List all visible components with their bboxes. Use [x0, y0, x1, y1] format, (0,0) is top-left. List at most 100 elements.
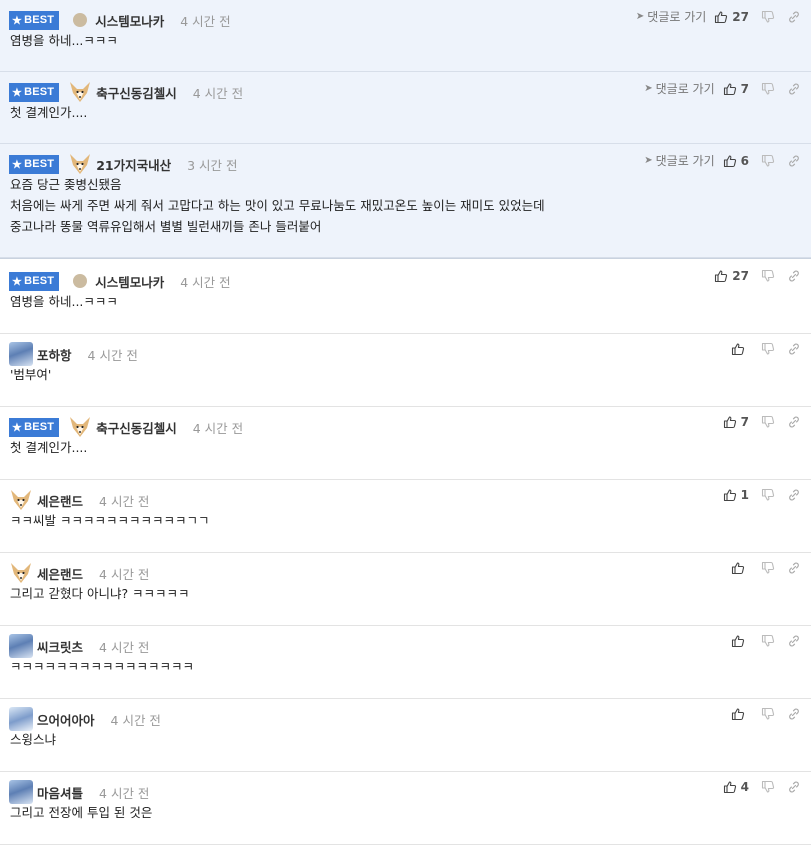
- comment-line: 처음에는 싸게 주면 싸게 줘서 고맙다고 하는 맛이 있고 무료나눔도 재밌고…: [10, 198, 545, 213]
- timestamp: 4 시간 전: [99, 639, 150, 655]
- avatar: [9, 561, 33, 585]
- thumbs-up-icon: [731, 562, 745, 575]
- like-button[interactable]: 27: [714, 10, 749, 24]
- star-icon: ★: [12, 275, 23, 288]
- nickname[interactable]: 세은랜드: [37, 564, 83, 583]
- avatar: [9, 707, 33, 731]
- best-comment: ★ BEST 축구신동김첼시 4 시간 전첫 결계인가.... ➤ 댓글로 가기 7: [0, 72, 811, 144]
- like-button[interactable]: [731, 342, 749, 356]
- avatar: [68, 80, 92, 104]
- comment-text: '범부여': [10, 364, 51, 385]
- nickname[interactable]: 축구신동김첼시: [96, 83, 177, 102]
- best-badge: ★ BEST: [9, 271, 60, 291]
- goto-comment-link[interactable]: ➤ 댓글로 가기: [644, 152, 714, 169]
- goto-comment-link[interactable]: ➤ 댓글로 가기: [636, 8, 706, 25]
- comment-actions: [731, 342, 801, 356]
- comment-actions: 1: [723, 488, 801, 502]
- thumbs-down-icon[interactable]: [761, 561, 775, 575]
- author-row: ★ BEST 시스템모나카 4 시간 전: [9, 8, 231, 32]
- nickname[interactable]: 시스템모나카: [95, 11, 164, 30]
- like-count: 7: [740, 415, 749, 429]
- comment-line: 첫 결계인가....: [10, 440, 88, 455]
- link-icon[interactable]: [787, 342, 801, 356]
- author-row: ★ BEST 21가지국내산 3 시간 전: [9, 152, 238, 176]
- like-button[interactable]: [731, 634, 749, 648]
- link-icon[interactable]: [787, 154, 801, 168]
- best-badge: ★ BEST: [9, 154, 60, 174]
- author-row: 씨크릿츠 4 시간 전: [9, 634, 149, 658]
- thumbs-up-icon: [731, 635, 745, 648]
- comment-actions: ➤ 댓글로 가기 7: [644, 80, 801, 97]
- list-comment: 마음셔틀 4 시간 전 그리고 전장에 투입 된 것은 4: [0, 772, 811, 845]
- link-icon[interactable]: [787, 707, 801, 721]
- author-row: 으어어아아 4 시간 전: [9, 707, 161, 731]
- comment-actions: [731, 561, 801, 575]
- comment-actions: ➤ 댓글로 가기 6: [644, 152, 801, 169]
- comment-actions: 4: [723, 780, 801, 794]
- nickname[interactable]: 시스템모나카: [95, 272, 164, 291]
- link-icon[interactable]: [787, 415, 801, 429]
- timestamp: 4 시간 전: [180, 13, 231, 29]
- comment-actions: 27: [714, 269, 801, 283]
- star-icon: ★: [12, 421, 23, 434]
- author-row: 세은랜드 4 시간 전: [9, 561, 149, 585]
- like-count: 1: [740, 488, 749, 502]
- author-row: 세은랜드 4 시간 전: [9, 488, 149, 512]
- link-icon[interactable]: [787, 488, 801, 502]
- goto-label: 댓글로 가기: [655, 82, 715, 96]
- comment-line: ㅋㅋㅋㅋㅋㅋㅋㅋㅋㅋㅋㅋㅋㅋㅋㅋ: [10, 659, 195, 674]
- link-icon[interactable]: [787, 780, 801, 794]
- nickname[interactable]: 씨크릿츠: [37, 637, 83, 656]
- thumbs-up-icon: [715, 270, 728, 283]
- link-icon[interactable]: [787, 561, 801, 575]
- like-button[interactable]: 4: [723, 780, 749, 794]
- avatar-dot: [73, 274, 88, 288]
- link-icon[interactable]: [787, 269, 801, 283]
- avatar: [9, 342, 33, 366]
- like-button[interactable]: [731, 561, 749, 575]
- like-count: 4: [740, 780, 749, 794]
- avatar: [9, 780, 33, 804]
- goto-comment-link[interactable]: ➤ 댓글로 가기: [644, 80, 714, 97]
- thumbs-down-icon[interactable]: [761, 10, 775, 24]
- nickname[interactable]: 축구신동김첼시: [96, 418, 177, 437]
- thumbs-down-icon[interactable]: [761, 342, 775, 356]
- thumbs-up-icon: [715, 10, 728, 23]
- comment-text: 요즘 당근 좆병신됐음처음에는 싸게 주면 싸게 줘서 고맙다고 하는 맛이 있…: [10, 174, 545, 237]
- comment-text: 그리고 갇혔다 아니냐? ㅋㅋㅋㅋㅋ: [10, 583, 190, 604]
- like-button[interactable]: 27: [714, 269, 749, 283]
- nickname[interactable]: 으어어아아: [37, 710, 95, 729]
- best-badge-label: BEST: [24, 86, 55, 98]
- like-count: 7: [740, 81, 749, 96]
- thumbs-down-icon[interactable]: [761, 707, 775, 721]
- like-button[interactable]: 7: [723, 415, 749, 429]
- comment-line: 요즘 당근 좆병신됐음: [10, 177, 122, 192]
- thumbs-down-icon[interactable]: [761, 82, 775, 96]
- thumbs-down-icon[interactable]: [761, 269, 775, 283]
- nickname[interactable]: 21가지국내산: [96, 155, 171, 174]
- like-button[interactable]: [731, 707, 749, 721]
- link-icon[interactable]: [787, 10, 801, 24]
- like-button[interactable]: 6: [723, 154, 749, 168]
- thumbs-down-icon[interactable]: [761, 415, 775, 429]
- author-row: ★ BEST 축구신동김첼시 4 시간 전: [9, 80, 243, 104]
- like-count: 27: [732, 269, 749, 283]
- like-button[interactable]: 1: [723, 488, 749, 502]
- thumbs-up-icon: [723, 416, 736, 429]
- comment-text: 염병을 하네...ㅋㅋㅋ: [10, 291, 118, 312]
- link-icon[interactable]: [787, 82, 801, 96]
- nickname[interactable]: 세은랜드: [37, 491, 83, 510]
- like-button[interactable]: 7: [723, 82, 749, 96]
- nickname[interactable]: 마음셔틀: [37, 783, 83, 802]
- nickname[interactable]: 포하항: [37, 345, 72, 364]
- avatar-dot: [73, 13, 88, 27]
- link-icon[interactable]: [787, 634, 801, 648]
- list-comment: ★ BEST 시스템모나카 4 시간 전 염병을 하네...ㅋㅋㅋ 27: [0, 261, 811, 334]
- thumbs-down-icon[interactable]: [761, 780, 775, 794]
- comment-text: 염병을 하네...ㅋㅋㅋ: [10, 30, 118, 51]
- thumbs-down-icon[interactable]: [761, 154, 775, 168]
- timestamp: 4 시간 전: [99, 566, 150, 582]
- thumbs-down-icon[interactable]: [761, 634, 775, 648]
- goto-label: 댓글로 가기: [647, 10, 707, 24]
- thumbs-down-icon[interactable]: [761, 488, 775, 502]
